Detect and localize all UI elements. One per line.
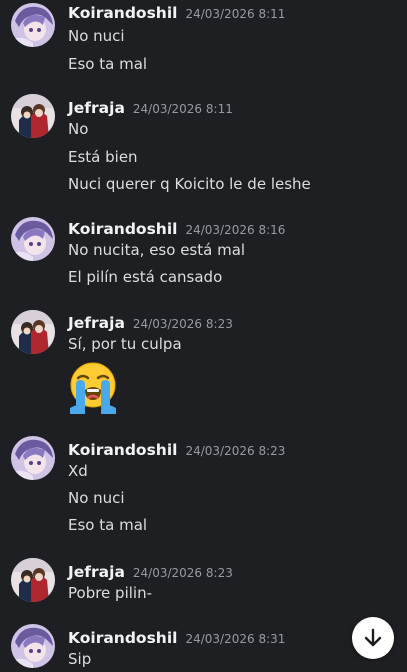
message-text: Xd [68,462,88,480]
author-name[interactable]: Jefraja [68,563,125,581]
message-header: Koirandoshil 24/03/2026 8:16 [68,219,285,241]
message-text: El pilín está cansado [68,268,223,286]
author-name[interactable]: Koirandoshil [68,441,177,459]
koirandoshil-avatar[interactable] [11,624,55,668]
message-text: Está bien [68,148,138,166]
scroll-to-bottom-button[interactable] [352,617,394,659]
message-text: Sip [68,650,92,668]
koirandoshil-avatar[interactable] [11,436,55,480]
message-header: Jefraja 24/03/2026 8:23 [68,562,233,584]
koirandoshil-avatar[interactable] [11,217,55,261]
loudly-crying-face-emoji[interactable] [66,360,120,414]
author-name[interactable]: Koirandoshil [68,220,177,238]
timestamp: 24/03/2026 8:11 [185,7,286,21]
timestamp: 24/03/2026 8:16 [185,223,286,237]
chat-messages: Koirandoshil 24/03/2026 8:11 No nuci Eso … [0,0,407,672]
message-header: Koirandoshil 24/03/2026 8:31 [68,628,285,650]
koirandoshil-avatar[interactable] [11,3,55,47]
message-header: Jefraja 24/03/2026 8:11 [68,98,233,120]
timestamp: 24/03/2026 8:23 [185,444,286,458]
message-text: No [68,120,89,138]
timestamp: 24/03/2026 8:11 [132,102,233,116]
message-header: Koirandoshil 24/03/2026 8:11 [68,3,285,25]
message-text: No nucita, eso está mal [68,241,246,259]
message-text: Nuci querer q Koicito le de leshe [68,175,311,193]
timestamp: 24/03/2026 8:23 [132,566,233,580]
author-name[interactable]: Jefraja [68,99,125,117]
message-text: No nuci [68,489,125,507]
jefraja-avatar[interactable] [11,94,55,138]
author-name[interactable]: Koirandoshil [68,629,177,647]
message-text: Pobre pilin- [68,584,152,602]
timestamp: 24/03/2026 8:23 [132,317,233,331]
message-text: No nuci [68,27,125,45]
message-header: Jefraja 24/03/2026 8:23 [68,313,233,335]
message-text: Eso ta mal [68,516,148,534]
author-name[interactable]: Jefraja [68,314,125,332]
jefraja-avatar[interactable] [11,310,55,354]
message-header: Koirandoshil 24/03/2026 8:23 [68,440,285,462]
message-text: Eso ta mal [68,55,148,73]
message-text: Sí, por tu culpa [68,335,182,353]
jefraja-avatar[interactable] [11,558,55,602]
arrow-down-icon [364,628,382,647]
timestamp: 24/03/2026 8:31 [185,632,286,646]
author-name[interactable]: Koirandoshil [68,4,177,22]
